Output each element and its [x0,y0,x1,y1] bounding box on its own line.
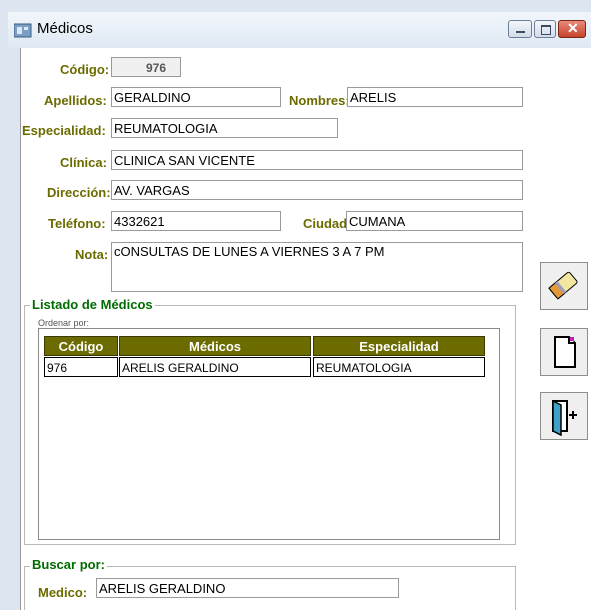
nota-field[interactable]: cONSULTAS DE LUNES A VIERNES 3 A 7 PM [111,242,523,292]
clear-button[interactable] [540,262,588,310]
exit-button[interactable] [540,392,588,440]
close-button[interactable]: ✕ [558,20,586,38]
direccion-field[interactable]: AV. VARGAS [111,180,523,200]
exit-door-icon [552,399,577,437]
especialidad-field[interactable]: REUMATOLOGIA [111,118,338,138]
apellidos-field[interactable]: GERALDINO [111,87,281,107]
row-especialidad-cell[interactable]: REUMATOLOGIA [313,357,485,377]
direccion-label: Dirección: [47,185,111,200]
window-title: Médicos [37,20,93,37]
maximize-icon [541,25,551,35]
new-button[interactable] [540,328,588,376]
listado-title: Listado de Médicos [30,297,155,312]
close-icon: ✕ [567,20,579,36]
maximize-button[interactable] [534,20,556,38]
minimize-button[interactable] [508,20,532,38]
new-document-icon [554,336,576,368]
telefono-label: Teléfono: [48,216,106,231]
apellidos-label: Apellidos: [44,93,107,108]
codigo-label: Código: [60,62,110,77]
medico-search-label: Medico: [38,585,88,600]
column-header-medicos[interactable]: Médicos [119,336,311,356]
clinica-field[interactable]: CLINICA SAN VICENTE [111,150,523,170]
medico-search-input[interactable]: ARELIS GERALDINO [96,578,399,598]
eraser-icon [548,271,578,300]
app-icon [13,22,32,38]
telefono-field[interactable]: 4332621 [111,211,281,231]
title-bar[interactable] [8,12,591,48]
ciudad-field[interactable]: CUMANA [346,211,523,231]
nota-label: Nota: [75,247,109,262]
row-medico-cell[interactable]: ARELIS GERALDINO [119,357,311,377]
codigo-field[interactable]: 976 [111,57,181,77]
nombres-field[interactable]: ARELIS [347,87,523,107]
especialidad-label: Especialidad: [22,123,106,138]
minimize-icon [516,31,525,33]
column-header-especialidad[interactable]: Especialidad [313,336,485,356]
column-header-codigo[interactable]: Código [44,336,118,356]
buscar-title: Buscar por: [30,557,107,572]
row-codigo-cell[interactable]: 976 [44,357,118,377]
clinica-label: Clínica: [60,155,107,170]
ciudad-label: Ciudad: [303,216,352,231]
ordenar-label: Ordenar por: [38,318,90,328]
nombres-label: Nombres: [289,93,350,108]
